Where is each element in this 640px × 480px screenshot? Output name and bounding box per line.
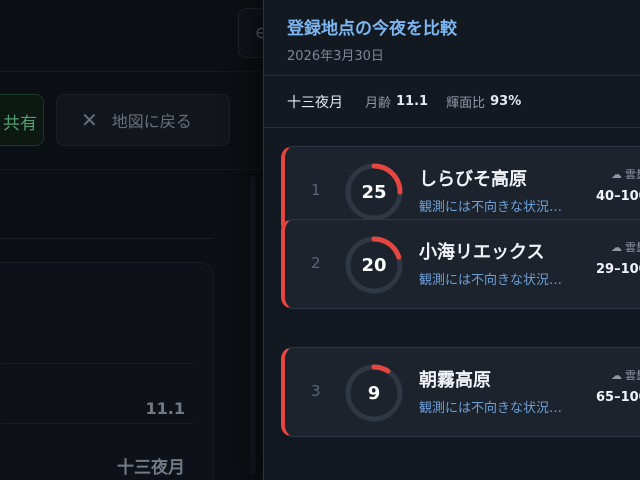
panel-title: 登録地点の今夜を比較 (287, 19, 457, 39)
location-name: 朝霧高原 (419, 370, 491, 391)
cloud-label-text: 雲量 (625, 369, 640, 382)
moon-info-row: 十三夜月 月齢 11.1 輝面比 93% (264, 76, 640, 128)
cloud-label-text: 雲量 (625, 168, 640, 181)
illumination-label: 輝面比 (446, 96, 486, 111)
cloud-icon: ☁ (611, 241, 622, 254)
moon-age-label: 月齢 (365, 96, 392, 111)
moon-age-value: 11.1 (396, 94, 429, 109)
moon-phase: 十三夜月 (287, 94, 343, 111)
location-score: 9 (367, 382, 381, 404)
cloud-range: 40–100 (596, 189, 640, 204)
panel-date: 2026年3月30日 (287, 49, 384, 64)
cloud-label: ☁雲量 (611, 166, 640, 182)
cloud-label-text: 雲量 (625, 241, 640, 254)
location-name: しらびそ高原 (419, 169, 527, 190)
location-card[interactable]: 2 20 小海リエックス 観測には不向きな状況… ☁雲量 29–100 (281, 219, 640, 309)
location-note: 観測には不向きな状況… (419, 273, 563, 288)
comparison-panel: 登録地点の今夜を比較 2026年3月30日 十三夜月 月齢 11.1 輝面比 9… (263, 0, 640, 480)
cloud-icon: ☁ (611, 369, 622, 382)
location-list: 1 25 しらびそ高原 観測には不向きな状況… ☁雲量 40–100 2 (264, 128, 640, 480)
panel-header: 登録地点の今夜を比較 2026年3月30日 (264, 0, 640, 76)
location-rank: 3 (311, 382, 321, 400)
location-note: 観測には不向きな状況… (419, 200, 563, 215)
cloud-label: ☁雲量 (611, 239, 640, 255)
cloud-range: 65–100 (596, 390, 640, 405)
cloud-icon: ☁ (611, 168, 622, 181)
cloud-label: ☁雲量 (611, 367, 640, 383)
location-rank: 2 (311, 254, 321, 272)
screen: ⊖ 共有 ✕ 地図に戻る 11.1 十三夜月 登録地点の今夜を比較 2026年3… (0, 0, 640, 480)
location-card[interactable]: 3 9 朝霧高原 観測には不向きな状況… ☁雲量 65–100 (281, 347, 640, 437)
illumination-value: 93% (490, 94, 522, 109)
cloud-range: 29–100 (596, 262, 640, 277)
location-name: 小海リエックス (419, 242, 545, 263)
location-note: 観測には不向きな状況… (419, 401, 563, 416)
location-score: 20 (361, 254, 387, 276)
location-rank: 1 (311, 181, 321, 199)
location-score: 25 (361, 181, 387, 203)
